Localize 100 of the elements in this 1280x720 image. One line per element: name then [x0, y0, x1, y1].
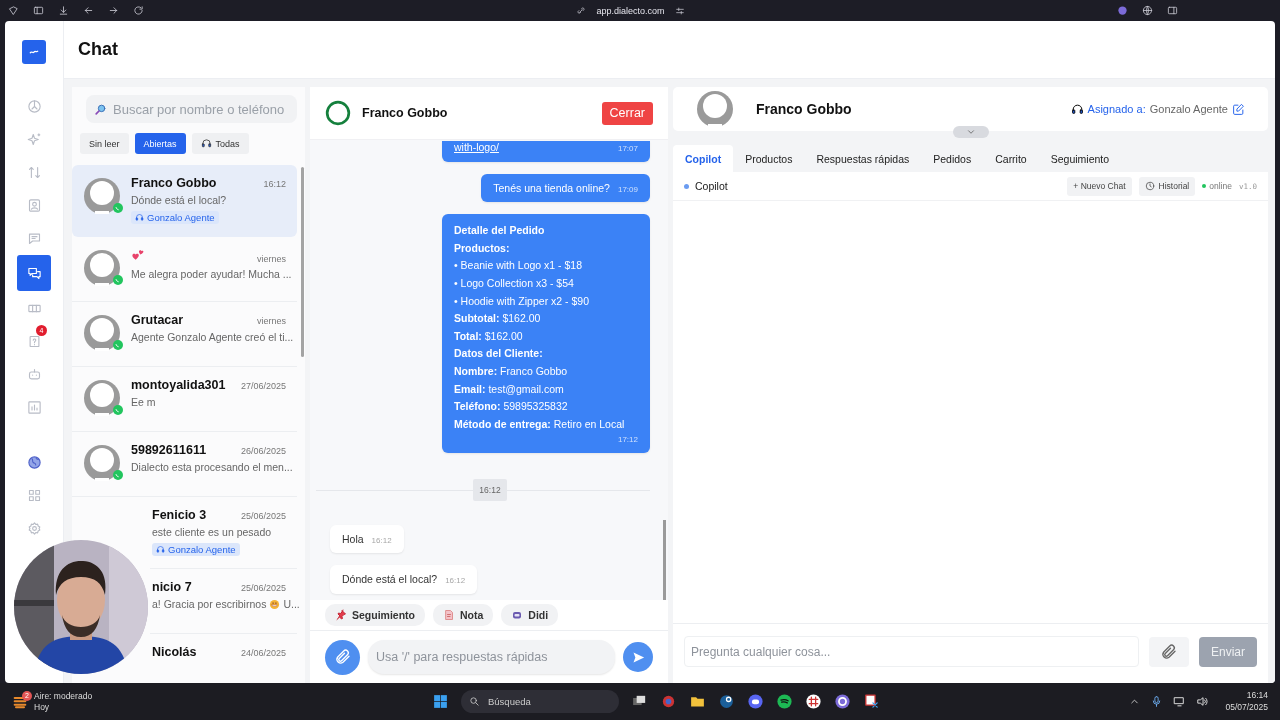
avatar-icon — [696, 90, 734, 128]
message-time: 16:12 — [263, 179, 286, 189]
sparkle-icon — [26, 131, 42, 147]
message-time: 26/06/2025 — [240, 446, 286, 456]
message-input[interactable]: Usa '/' para respuestas rápidas — [368, 640, 615, 674]
agent-name: Gonzalo Agente — [1149, 103, 1228, 115]
contact-name: Nicolás — [152, 645, 197, 659]
agent-tag: Gonzalo Agente — [152, 543, 240, 556]
address-bar[interactable]: app.dialecto.com — [596, 5, 665, 16]
app-logo[interactable] — [22, 40, 46, 64]
grin-emoji-icon — [269, 598, 281, 610]
contact-name: Franco Gobbo — [131, 176, 217, 190]
filter-tab[interactable]: Todas — [191, 133, 249, 154]
headset-icon — [156, 545, 165, 554]
search-field[interactable]: Buscar por nombre o teléfono — [86, 95, 297, 123]
sidebar-item[interactable] — [17, 255, 51, 291]
arrows-icon — [26, 164, 42, 180]
scrollbar[interactable] — [663, 520, 666, 600]
hearts-icon — [131, 248, 145, 262]
chat-bubbles-icon — [26, 265, 42, 281]
agent-tag: Gonzalo Agente — [131, 211, 219, 224]
contact-name: nicio 7 — [152, 580, 192, 594]
clock-time: 16:14 — [1246, 690, 1268, 702]
conversation-item[interactable]: Grutacar viernes Agente Gonzalo Agente creó el ti... — [72, 302, 297, 367]
message-preview: Agente Gonzalo Agente creó el ti... — [131, 331, 294, 343]
contact-icon — [26, 197, 42, 213]
outgoing-message: with-logo/ 17:07 — [442, 140, 650, 162]
monitor-icon — [1173, 695, 1187, 708]
weather-text: Aire: moderado — [34, 690, 93, 702]
tab[interactable]: Copilot — [673, 145, 734, 172]
windows-icon — [432, 693, 449, 710]
conversation-item[interactable]: Franco Gobbo 16:12 Dónde está el local? Gonzalo Agente — [72, 165, 297, 237]
pin-icon — [335, 609, 347, 621]
conversation-item[interactable]: viernes Me alegra poder ayudar! Mucha ... — [72, 237, 297, 302]
filter-tab[interactable]: Sin leer — [80, 133, 129, 154]
history-button[interactable]: Historial — [1138, 176, 1196, 196]
attach-button[interactable] — [1149, 636, 1189, 667]
status-ring-icon — [325, 100, 351, 126]
tab[interactable]: Productos — [733, 145, 805, 172]
outgoing-message: Tenés una tienda online? 17:09 — [481, 173, 650, 203]
avatar-icon — [83, 314, 121, 352]
paperclip-icon — [1160, 642, 1178, 661]
tab[interactable]: Carrito — [983, 145, 1039, 172]
question-input[interactable]: Pregunta cualquier cosa... — [684, 636, 1139, 667]
send-button[interactable] — [623, 642, 653, 672]
message-time: 25/06/2025 — [240, 583, 286, 593]
whatsapp-icon — [113, 470, 123, 480]
settings-icon — [26, 520, 42, 536]
collapse-toggle[interactable] — [952, 126, 989, 138]
filter-tab[interactable]: Abiertas — [134, 133, 186, 154]
conversation-item[interactable]: montoyalida301 27/06/2025 Ee m — [72, 367, 297, 432]
tab[interactable]: Respuestas rápidas — [804, 145, 922, 172]
conversation-item[interactable]: nicio 7 25/06/2025 a! Gracia por escribirnos U... — [150, 569, 297, 634]
message-time: 24/06/2025 — [240, 648, 286, 658]
message-preview: Me alegra poder ayudar! Mucha ... — [131, 268, 292, 280]
new-chat-button[interactable]: + Nuevo Chat — [1067, 176, 1132, 196]
message-preview: Dialecto esta procesando el men... — [131, 461, 293, 473]
avatar-icon — [83, 177, 121, 215]
link[interactable]: with-logo/ — [454, 140, 499, 155]
message-preview: este cliente es un pesado — [152, 526, 272, 538]
message-time: viernes — [257, 254, 286, 264]
status-text: online — [1209, 181, 1232, 191]
whatsapp-icon — [113, 405, 123, 415]
quick-action-button[interactable]: Seguimiento — [325, 604, 425, 626]
status-dot — [1202, 184, 1207, 188]
page-title: Chat — [78, 39, 118, 60]
note-icon — [443, 609, 455, 621]
contact-name: Grutacar — [131, 313, 184, 327]
tune-icon — [674, 5, 685, 16]
close-button[interactable]: Cerrar — [601, 101, 653, 125]
app-icon — [834, 693, 851, 710]
message-time: viernes — [257, 316, 286, 326]
tab[interactable]: Seguimiento — [1038, 145, 1122, 172]
message-time: 25/06/2025 — [240, 511, 286, 521]
extension-icon — [1117, 5, 1128, 16]
attach-button[interactable] — [325, 639, 360, 675]
message-preview: Ee m — [131, 396, 156, 408]
weather-subtext: Hoy — [34, 701, 51, 713]
search-icon — [469, 696, 480, 707]
quick-action-button[interactable]: Didi — [501, 604, 559, 626]
clock-date: 05/07/2025 — [1225, 701, 1268, 713]
contact-name: Franco Gobbo — [756, 101, 853, 117]
clock-icon — [1144, 181, 1155, 191]
message-icon — [26, 230, 42, 246]
sidebar-icon — [33, 5, 44, 16]
discord-icon — [747, 693, 764, 710]
taskbar-search[interactable]: Búsqueda — [461, 690, 619, 713]
chevron-down-icon — [965, 127, 976, 137]
conversation-item[interactable]: Fenicio 3 25/06/2025 este cliente es un pesado Gonzalo Agente — [150, 497, 297, 569]
quick-action-button[interactable]: Nota — [433, 604, 494, 626]
tab[interactable]: Pedidos — [921, 145, 984, 172]
conversation-item[interactable]: 59892611611 26/06/2025 Dialecto esta procesando el men... — [72, 432, 297, 497]
scrollbar[interactable] — [301, 167, 304, 357]
message-preview: U... — [283, 598, 300, 610]
contact-name: Franco Gobbo — [362, 106, 449, 120]
globe-icon — [1142, 5, 1153, 16]
contact-name: Fenicio 3 — [152, 508, 207, 522]
app-icon — [660, 693, 677, 710]
reload-icon — [133, 5, 144, 16]
contact-name: montoyalida301 — [131, 378, 226, 392]
